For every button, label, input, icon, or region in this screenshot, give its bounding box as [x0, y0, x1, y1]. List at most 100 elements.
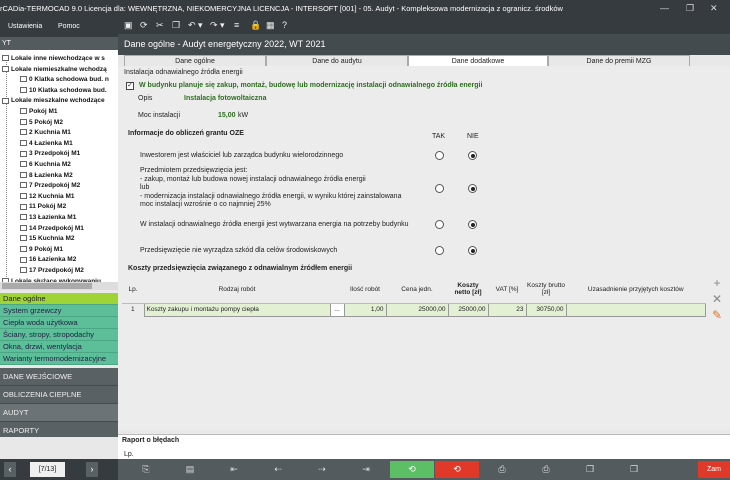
cell-cena[interactable]: 25000,00 — [385, 302, 449, 317]
lock-icon[interactable]: 🔒 — [250, 19, 261, 31]
tree-item[interactable]: 3 Przedpokój M1 — [20, 149, 80, 158]
close-window-button[interactable]: ✕ — [710, 0, 718, 17]
q1-nie-radio[interactable] — [468, 151, 477, 160]
q3-nie-radio[interactable] — [468, 220, 477, 229]
opis-value[interactable]: Instalacja fotowoltaiczna — [184, 95, 266, 102]
tab-bar: Dane ogólne Dane do audytu Dane dodatkow… — [118, 55, 730, 66]
tree-item[interactable]: 4 Łazienka M1 — [20, 139, 73, 148]
tree-item[interactable]: 5 Pokój M2 — [20, 118, 63, 127]
costs-table: Lp. Rodzaj robót Ilość robót Cena jedn. … — [122, 276, 706, 317]
edit-row-icon[interactable]: ✎ — [708, 308, 726, 324]
moc-value[interactable]: 15,00 — [218, 112, 236, 119]
redo-dropdown-icon[interactable]: ▾ — [220, 19, 225, 31]
refresh-icon[interactable]: ⟳ — [140, 19, 148, 31]
left-panel-empty — [0, 437, 118, 459]
cell-vat[interactable]: 23 — [487, 302, 527, 317]
export-icon[interactable]: ⎘ — [124, 461, 168, 478]
tree-item[interactable]: 17 Przedpokój M2 — [20, 266, 84, 275]
close-button[interactable]: Zam — [698, 461, 730, 478]
tree-item[interactable]: 15 Kuchnia M2 — [20, 234, 75, 243]
tab-dane-dodatkowe[interactable]: Dane dodatkowe — [408, 55, 548, 66]
tree-item[interactable]: 16 Łazienka M2 — [20, 255, 76, 264]
room-icon — [20, 171, 27, 178]
undo-dropdown-icon[interactable]: ▾ — [198, 19, 203, 31]
list-icon[interactable]: ≡ — [234, 19, 239, 31]
tree-item-label: Lokale inne niewchodzące w s — [11, 55, 105, 62]
minimize-button[interactable]: — — [660, 0, 669, 17]
cell-uzasadnienie[interactable] — [565, 302, 706, 317]
cell-ilosc[interactable]: 1,00 — [343, 302, 387, 317]
save-icon[interactable]: ▣ — [124, 19, 133, 31]
paste-icon[interactable]: ❐ — [612, 461, 656, 478]
tree-item[interactable]: 13 Łazienka M1 — [20, 213, 76, 222]
delete-row-icon[interactable]: ✕ — [708, 292, 726, 308]
report-icon[interactable]: ⎙ — [480, 461, 524, 478]
calculator-icon[interactable]: ▦ — [266, 19, 275, 31]
cell-rodzaj[interactable]: Koszty zakupu i montażu pompy ciepła — [143, 302, 331, 317]
nav-okna[interactable]: Okna, drzwi, wentylacja — [0, 341, 118, 353]
nav-dane-wejsciowe[interactable]: DANE WEJŚCIOWE — [0, 368, 118, 386]
nav-obliczenia[interactable]: OBLICZENIA CIEPLNE — [0, 386, 118, 404]
tree-item[interactable]: 11 Pokój M2 — [20, 202, 66, 211]
prev-page-button[interactable]: ‹ — [4, 462, 16, 477]
nav-prev-icon[interactable]: ⇠ — [256, 461, 300, 478]
tree-item[interactable]: 7 Przedpokój M2 — [20, 181, 80, 190]
tab-dane-ogolne[interactable]: Dane ogólne — [124, 55, 266, 66]
tree-item[interactable]: 9 Pokój M1 — [20, 245, 63, 254]
q2-tak-radio[interactable] — [435, 184, 444, 193]
nav-warianty[interactable]: Warianty termomodernizacyjne — [0, 353, 118, 365]
redo-icon[interactable]: ↷ — [210, 19, 218, 31]
nav-sciany[interactable]: Ściany, stropy, stropodachy — [0, 329, 118, 341]
tree-item[interactable]: 6 Kuchnia M2 — [20, 160, 71, 169]
tree-horizontal-scrollbar[interactable] — [0, 282, 118, 290]
tree-item[interactable]: 0 Klatka schodowa bud. n — [20, 75, 109, 84]
menu-help[interactable]: Pomoc — [58, 17, 80, 37]
tree-item[interactable]: 8 Łazienka M2 — [20, 171, 73, 180]
tree-item[interactable]: Lokale niemieszkalne wchodzą — [2, 65, 107, 74]
tree-item[interactable]: 10 Klatka schodowa bud. — [20, 86, 107, 95]
tree-item[interactable]: Lokale inne niewchodzące w s — [2, 54, 105, 63]
add-row-icon[interactable]: + — [708, 276, 726, 292]
cut-icon[interactable]: ✂ — [156, 19, 164, 31]
tab-dane-premii-mzg[interactable]: Dane do premii MZG — [548, 55, 690, 66]
q2-nie-radio[interactable] — [468, 184, 477, 193]
copy-doc-icon[interactable]: ❐ — [568, 461, 612, 478]
copy-icon[interactable]: ❐ — [172, 19, 180, 31]
nav-audyt[interactable]: AUDYT — [0, 404, 118, 422]
print-icon[interactable]: ⎙ — [524, 461, 568, 478]
nav-next-icon[interactable]: ⇢ — [300, 461, 344, 478]
cancel-icon[interactable]: ⟲ — [435, 461, 479, 478]
undo-icon[interactable]: ↶ — [188, 19, 196, 31]
next-page-button[interactable]: › — [86, 462, 98, 477]
maximize-button[interactable]: ❐ — [686, 0, 694, 17]
opis-label: Opis — [138, 95, 153, 102]
tree-item[interactable]: Pokój M1 — [20, 107, 58, 116]
table-row[interactable]: 1 Koszty zakupu i montażu pompy ciepła .… — [122, 302, 706, 317]
menu-settings[interactable]: Ustawienia — [8, 17, 42, 37]
nav-cwu[interactable]: Ciepła woda użytkowa — [0, 317, 118, 329]
confirm-icon[interactable]: ⟲ — [390, 461, 434, 478]
cell-brutto: 30750,00 — [525, 302, 567, 317]
main-content: Instalacja odnawialnego źródła energii ✓… — [118, 66, 730, 430]
nav-last-icon[interactable]: ⇥ — [344, 461, 388, 478]
nav-dane-ogolne[interactable]: Dane ogólne — [0, 293, 118, 305]
nav-system-grzewczy[interactable]: System grzewczy — [0, 305, 118, 317]
room-icon — [20, 182, 27, 189]
q4-nie-radio[interactable] — [468, 246, 477, 255]
save-all-icon[interactable]: ▤ — [168, 461, 212, 478]
q3-tak-radio[interactable] — [435, 220, 444, 229]
oze-info-title: Informacje do obliczeń grantu OZE — [128, 130, 244, 137]
tree-item-label: 15 Kuchnia M2 — [29, 235, 75, 243]
q1-tak-radio[interactable] — [435, 151, 444, 160]
tab-dane-do-audytu[interactable]: Dane do audytu — [266, 55, 408, 66]
tree-item[interactable]: 2 Kuchnia M1 — [20, 128, 71, 137]
cell-select-button[interactable]: ... — [329, 302, 345, 317]
help-icon[interactable]: ? — [282, 19, 287, 31]
oze-checkbox[interactable]: ✓ — [126, 82, 134, 90]
tree-item[interactable]: 14 Przedpokój M1 — [20, 224, 84, 233]
nav-first-icon[interactable]: ⇤ — [212, 461, 256, 478]
scrollbar-thumb[interactable] — [2, 283, 92, 289]
q4-tak-radio[interactable] — [435, 246, 444, 255]
tree-item[interactable]: Lokale mieszkalne wchodzące — [2, 96, 105, 105]
tree-item[interactable]: 12 Kuchnia M1 — [20, 192, 75, 201]
